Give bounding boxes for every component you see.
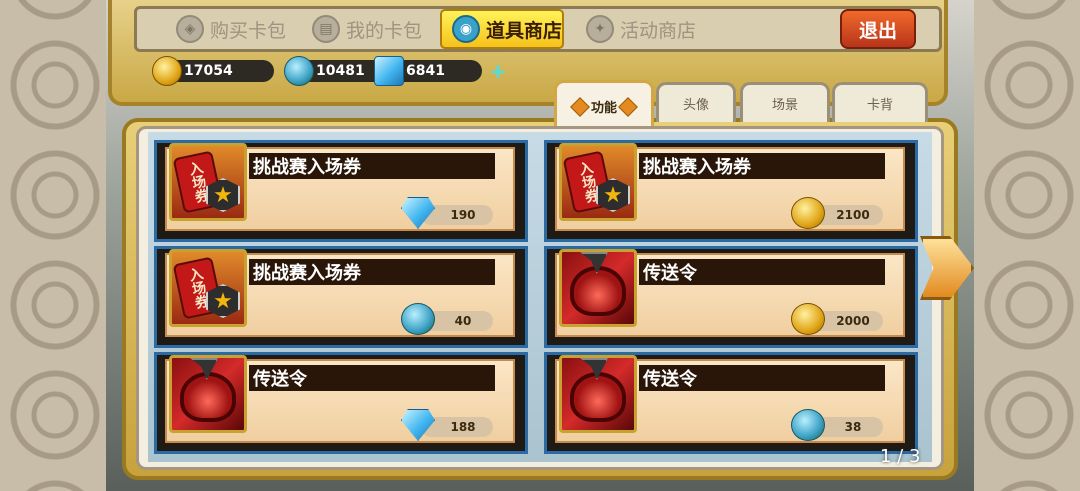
nav-tab-label: 活动商店: [620, 19, 697, 42]
category-tab-label: 头像: [682, 98, 709, 113]
item-price[interactable]: 40: [401, 303, 493, 335]
challenge-ticket-icon: 入场券 ★: [169, 249, 247, 327]
event-icon: ✦: [586, 15, 614, 43]
category-tab-label: 功能: [590, 101, 617, 116]
item-name: 传送令: [639, 365, 885, 391]
shop-item-card[interactable]: 入场券 ★ 挑战赛入场券 40: [154, 246, 528, 348]
price-value: 40: [454, 314, 472, 328]
item-name: 挑战赛入场券: [249, 259, 495, 285]
price-value: 2100: [836, 208, 870, 222]
left-decor-panel: [0, 0, 106, 491]
shop-item-card[interactable]: 入场券 ★ 挑战赛入场券 2100: [544, 140, 918, 242]
add-gems-button[interactable]: +: [486, 59, 510, 83]
category-tab-cardback[interactable]: 卡背: [832, 82, 928, 122]
nav-tab-buy-packs[interactable]: ◈ 购买卡包: [166, 9, 286, 49]
exit-button[interactable]: 退出: [840, 9, 916, 49]
coin-icon: [152, 56, 182, 86]
teleport-token-icon: [169, 355, 247, 433]
nav-tab-label: 道具商店: [486, 19, 563, 42]
page-indicator: 1 / 3: [880, 446, 921, 467]
card-deck-icon: ▤: [312, 15, 340, 43]
token-icon: ◉: [452, 15, 480, 43]
shop-item-card[interactable]: 传送令 38: [544, 352, 918, 454]
nav-tab-event-shop[interactable]: ✦ 活动商店: [576, 9, 700, 49]
item-price[interactable]: 2100: [791, 197, 883, 229]
shop-item-card[interactable]: 传送令 2000: [544, 246, 918, 348]
nav-tab-label: 我的卡包: [346, 19, 423, 42]
token-icon: [791, 409, 825, 441]
gem-amount: 6841: [406, 63, 445, 79]
item-price[interactable]: 38: [791, 409, 883, 441]
token-icon: [401, 303, 435, 335]
coin-icon: [791, 197, 825, 229]
price-value: 188: [450, 420, 476, 434]
category-tab-avatar[interactable]: 头像: [656, 82, 736, 122]
teleport-mark: [180, 372, 236, 422]
token-amount: 10481: [316, 63, 365, 79]
item-name: 传送令: [249, 365, 495, 391]
teleport-token-icon: [559, 355, 637, 433]
challenge-ticket-icon: 入场券 ★: [559, 143, 637, 221]
category-tab-function[interactable]: 功能: [554, 80, 654, 130]
category-tab-scene[interactable]: 场景: [740, 82, 830, 122]
item-name: 挑战赛入场券: [249, 153, 495, 179]
price-value: 190: [450, 208, 476, 222]
coin-amount: 17054: [184, 63, 233, 79]
right-decor-panel: [974, 0, 1080, 491]
shop-item-card[interactable]: 入场券 ★ 挑战赛入场券 190: [154, 140, 528, 242]
teleport-token-icon: [559, 249, 637, 327]
item-price[interactable]: 190: [401, 197, 493, 229]
category-tab-label: 场景: [771, 98, 798, 113]
coin-icon: [791, 303, 825, 335]
nav-tab-item-shop[interactable]: ◉ 道具商店: [440, 9, 564, 49]
price-value: 38: [844, 420, 862, 434]
shop-item-card[interactable]: 传送令 188: [154, 352, 528, 454]
teleport-mark: [570, 266, 626, 316]
token-icon: [284, 56, 314, 86]
gem-icon: [374, 56, 404, 86]
item-name: 挑战赛入场券: [639, 153, 885, 179]
item-price[interactable]: 188: [401, 409, 493, 441]
item-name: 传送令: [639, 259, 885, 285]
category-tab-label: 卡背: [866, 98, 893, 113]
nav-tab-my-packs[interactable]: ▤ 我的卡包: [302, 9, 422, 49]
teleport-mark: [570, 372, 626, 422]
challenge-ticket-icon: 入场券 ★: [169, 143, 247, 221]
price-value: 2000: [836, 314, 870, 328]
nav-tab-label: 购买卡包: [210, 19, 287, 42]
card-pack-icon: ◈: [176, 15, 204, 43]
item-price[interactable]: 2000: [791, 303, 883, 335]
coin-balance: 17054: [152, 56, 274, 86]
gem-balance: 6841: [374, 56, 482, 86]
